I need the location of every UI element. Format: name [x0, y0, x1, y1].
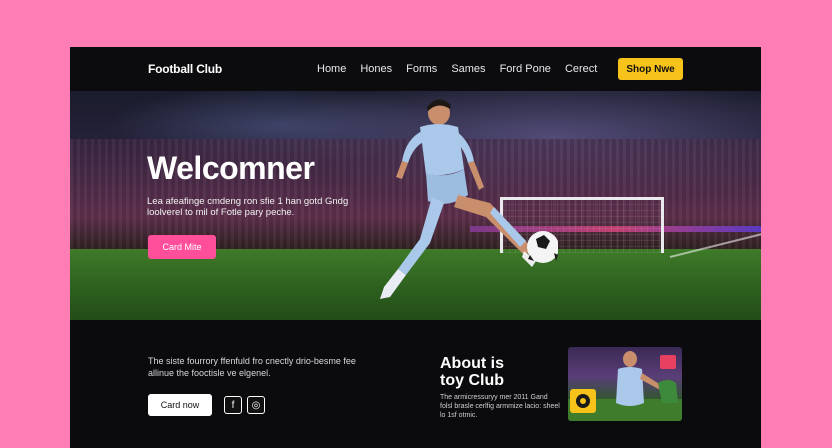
intro-text: The siste fourrory ffenfuld fro cnectly … — [148, 356, 356, 378]
thumbnail-image — [568, 351, 682, 421]
hero-cta-button[interactable]: Card Mite — [148, 235, 216, 259]
about-body: The armicressuryy mer 2011 Gand folsl br… — [440, 394, 560, 419]
nav-item-sames[interactable]: Sames — [451, 63, 485, 75]
hero-title: Welcomner — [147, 150, 315, 186]
about-section: The siste fourrory ffenfuld fro cnectly … — [70, 320, 761, 448]
top-nav: Football Club Home Hones Forms Sames For… — [70, 47, 761, 91]
nav-item-cerect[interactable]: Cerect — [565, 63, 597, 75]
nav-item-hones[interactable]: Hones — [360, 63, 392, 75]
nav-menu: Home Hones Forms Sames Ford Pone Cerect — [317, 63, 611, 75]
nav-item-home[interactable]: Home — [317, 63, 346, 75]
nav-item-ford-pone[interactable]: Ford Pone — [500, 63, 551, 75]
hero-banner: Welcomner Lea afeafingе cmdeng ron sfie … — [70, 91, 761, 320]
club-thumbnail — [568, 347, 682, 421]
brand-logo[interactable]: Football Club — [148, 62, 222, 76]
about-title: About is toy Club — [440, 355, 504, 389]
site-window: Football Club Home Hones Forms Sames For… — [70, 47, 761, 448]
hero-subtitle: Lea afeafingе cmdeng ron sfie 1 han gotd… — [147, 196, 349, 218]
nav-item-forms[interactable]: Forms — [406, 63, 437, 75]
facebook-icon[interactable]: f — [224, 396, 242, 414]
card-now-button[interactable]: Card now — [148, 394, 212, 416]
instagram-icon[interactable]: ◎ — [247, 396, 265, 414]
shop-button[interactable]: Shop Nwe — [618, 58, 683, 80]
